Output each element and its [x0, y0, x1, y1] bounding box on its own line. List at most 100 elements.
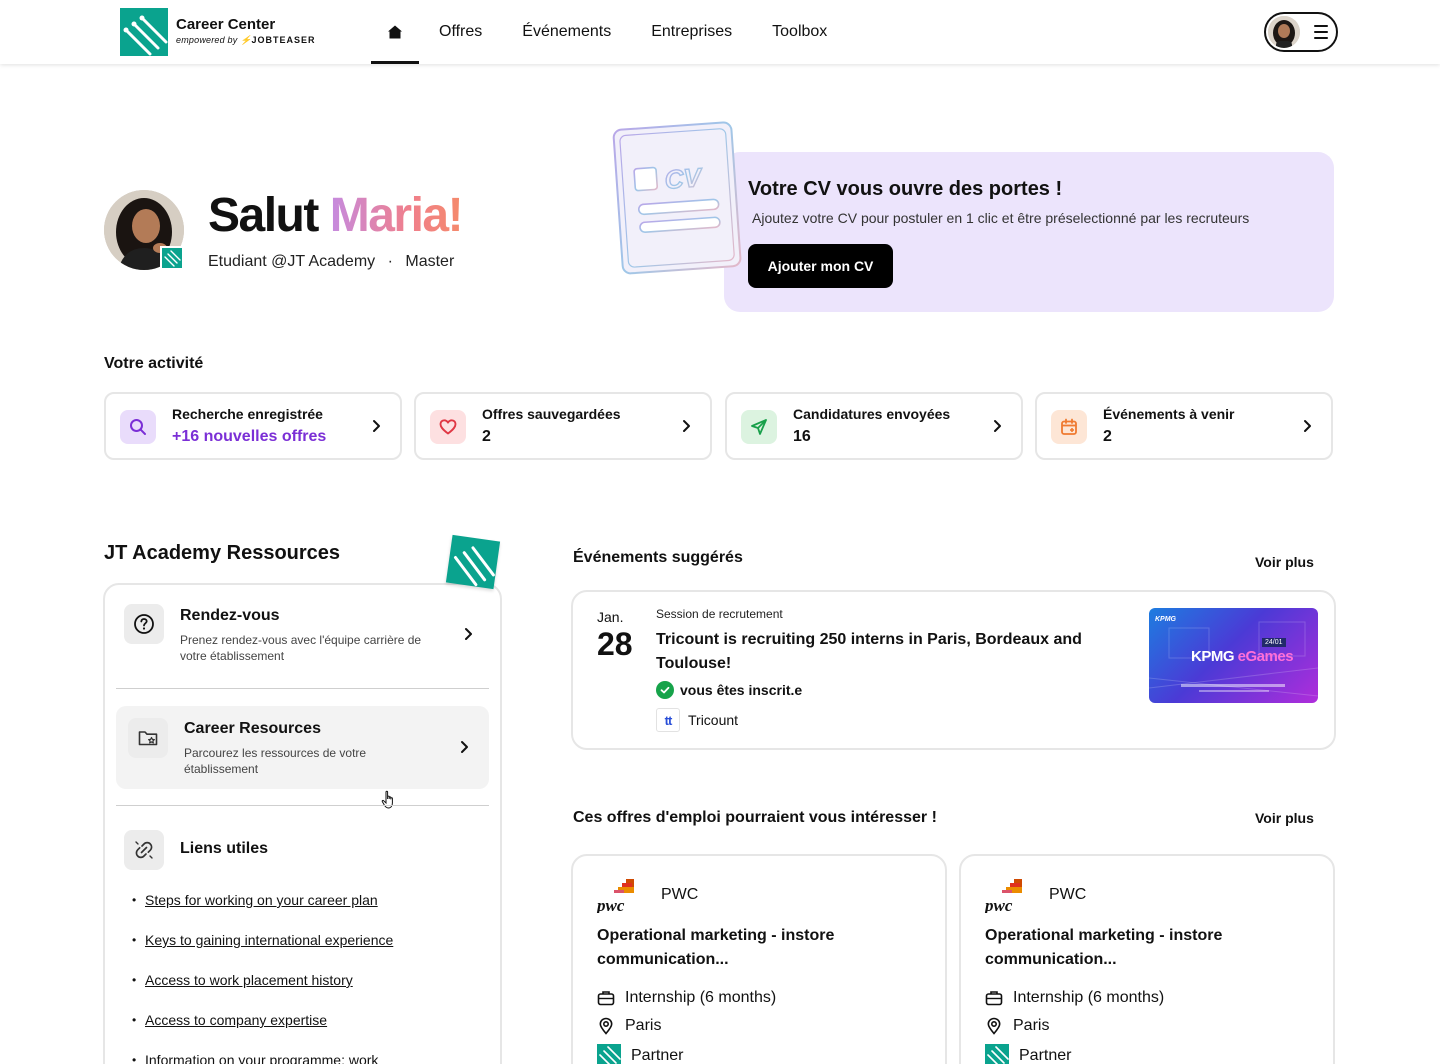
list-item: Information on your programme: work: [132, 1050, 393, 1064]
resources-title: JT Academy Ressources: [104, 542, 341, 564]
kpmg-brand: KPMG: [1155, 616, 1176, 623]
logo-sub-text: empowered by: [176, 35, 238, 45]
events-see-more-link[interactable]: Voir plus: [1255, 554, 1314, 570]
svg-text:pwc: pwc: [984, 896, 1013, 913]
chevron-right-icon: [994, 420, 1001, 432]
resource-description: Parcourez les ressources de votre établi…: [184, 746, 367, 776]
useful-link[interactable]: Information on your programme: work: [145, 1052, 378, 1064]
chevron-right-icon: [461, 741, 468, 753]
events-section-title: Événements suggérés: [573, 549, 743, 566]
cv-banner-text: Ajoutez votre CV pour postuler en 1 clic…: [752, 210, 1250, 226]
useful-link[interactable]: Keys to gaining international experience: [145, 932, 393, 948]
hamburger-menu-icon: [1314, 25, 1328, 39]
job-tag: Partner: [597, 1044, 683, 1064]
activity-card-value: 2: [482, 428, 491, 445]
activity-card-saved-search[interactable]: Recherche enregistrée +16 nouvelles offr…: [104, 392, 402, 460]
calendar-icon: [1051, 410, 1087, 444]
kpmg-date-badge: 24/01: [1262, 638, 1286, 647]
list-item: Access to work placement history: [132, 970, 393, 1010]
nav-evenements[interactable]: Événements: [502, 0, 631, 64]
chevron-right-icon: [1304, 420, 1311, 432]
tricount-logo: tt: [656, 708, 680, 732]
location-pin-icon: [987, 1017, 1001, 1035]
chevron-right-icon: [373, 420, 380, 432]
home-icon: [388, 25, 402, 39]
activity-card-saved-offers[interactable]: Offres sauvegardées 2: [414, 392, 712, 460]
greeting-name: Maria!: [329, 189, 464, 242]
useful-link[interactable]: Steps for working on your career plan: [145, 892, 378, 908]
activity-card-value: +16 nouvelles offres: [172, 428, 327, 445]
activity-section-title: Votre activité: [104, 355, 204, 372]
partner-logo-icon: [597, 1044, 621, 1064]
nav-entreprises[interactable]: Entreprises: [631, 0, 752, 64]
job-title[interactable]: Operational marketing - instore communic…: [597, 924, 917, 972]
event-image[interactable]: KPMG 24/01 KPMG eGames: [1149, 608, 1318, 703]
school-logo-sticker: [445, 534, 501, 590]
cv-document-icon: CV: [608, 118, 744, 276]
pwc-logo: pwc: [984, 879, 1022, 913]
link-icon: [124, 830, 164, 870]
cv-illustration-text: CV: [664, 162, 705, 195]
resource-description: Prenez rendez-vous avec l'équipe carrièr…: [180, 633, 422, 663]
nav-toolbox[interactable]: Toolbox: [752, 0, 847, 64]
briefcase-icon: [597, 991, 615, 1006]
divider: [116, 805, 489, 806]
partner-logo-icon: [985, 1044, 1009, 1064]
activity-card-value: 16: [793, 428, 811, 445]
user-avatar: [1268, 16, 1300, 48]
event-title[interactable]: Tricount is recruiting 250 interns in Pa…: [656, 628, 1126, 676]
greeting-title: Salut Maria!: [208, 188, 464, 243]
resource-title: Rendez-vous: [180, 607, 280, 624]
send-icon: [741, 410, 777, 444]
list-item: Keys to gaining international experience: [132, 930, 393, 970]
useful-links-title: Liens utiles: [180, 840, 269, 857]
location-pin-icon: [599, 1017, 613, 1035]
kpmg-title-b: eGames: [1237, 648, 1294, 665]
folder-star-icon: [128, 718, 168, 758]
check-circle-icon: [656, 681, 674, 699]
event-month: Jan.: [597, 609, 624, 625]
activity-card-title: Recherche enregistrée: [172, 406, 323, 422]
career-center-logo[interactable]: [120, 8, 168, 56]
job-title[interactable]: Operational marketing - instore communic…: [985, 924, 1305, 972]
job-tag: Partner: [985, 1044, 1071, 1064]
job-contract-text: Internship (6 months): [1013, 989, 1165, 1006]
user-menu-button[interactable]: [1264, 12, 1338, 52]
list-item: Steps for working on your career plan: [132, 890, 393, 930]
job-location: Paris: [985, 1017, 1049, 1035]
logo-subtitle: empowered by ⚡JOBTEASER: [176, 35, 316, 45]
top-header: Career Center empowered by ⚡JOBTEASER Of…: [0, 0, 1440, 64]
profile-role: Etudiant @JT Academy: [208, 253, 376, 270]
briefcase-icon: [985, 991, 1003, 1006]
jobs-see-more-link[interactable]: Voir plus: [1255, 810, 1314, 826]
resource-appointment[interactable]: Rendez-vous Prenez rendez-vous avec l'éq…: [116, 596, 489, 676]
separator-dot: ·: [387, 253, 393, 270]
cv-banner: [724, 152, 1334, 312]
search-icon: [120, 410, 156, 444]
list-item: Access to company expertise: [132, 1010, 393, 1050]
event-status-text: vous êtes inscrit.e: [680, 682, 803, 698]
add-cv-button[interactable]: Ajouter mon CV: [748, 244, 893, 288]
useful-links-list: Steps for working on your career plan Ke…: [132, 890, 393, 1064]
job-tag-text: Partner: [631, 1047, 684, 1064]
job-location: Paris: [597, 1017, 661, 1035]
useful-link[interactable]: Access to work placement history: [145, 972, 353, 988]
svg-text:pwc: pwc: [596, 896, 625, 913]
activity-card-applications[interactable]: Candidatures envoyées 16: [725, 392, 1023, 460]
main-nav: Offres Événements Entreprises Toolbox: [371, 0, 847, 64]
greeting-word: Salut: [208, 189, 319, 242]
nav-home[interactable]: [371, 0, 419, 64]
job-company: PWC: [1049, 886, 1087, 903]
kpmg-title: KPMG eGames: [1191, 648, 1294, 665]
logo-brand: JOBTEASER: [251, 35, 316, 45]
activity-card-title: Offres sauvegardées: [482, 406, 621, 422]
event-day: 28: [597, 626, 633, 662]
resource-title: Career Resources: [184, 720, 321, 737]
chevron-right-icon: [465, 628, 472, 640]
job-location-text: Paris: [625, 1017, 662, 1034]
useful-link[interactable]: Access to company expertise: [145, 1012, 327, 1028]
nav-offres[interactable]: Offres: [419, 0, 502, 64]
activity-card-upcoming-events[interactable]: Événements à venir 2: [1035, 392, 1333, 460]
resource-career-resources[interactable]: Career Resources Parcourez les ressource…: [116, 706, 489, 789]
jobs-section-title: Ces offres d'emploi pourraient vous inté…: [573, 809, 937, 826]
